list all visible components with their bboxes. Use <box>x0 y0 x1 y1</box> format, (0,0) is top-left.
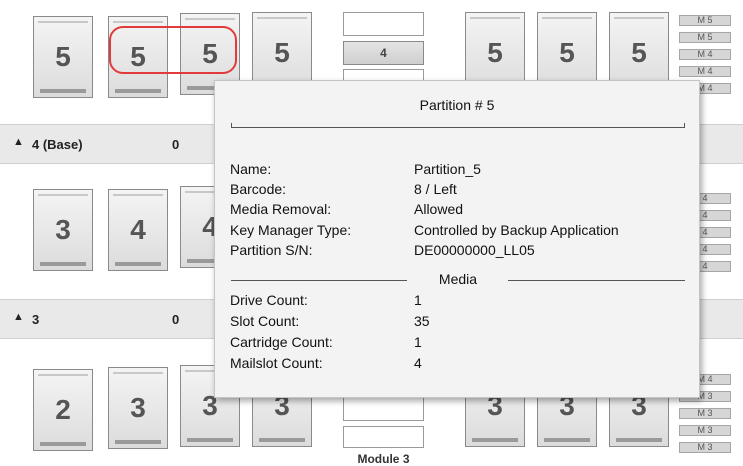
row-value: Controlled by Backup Application <box>414 222 619 238</box>
mailslot[interactable]: M 5 <box>679 15 731 26</box>
mailslot[interactable]: M 3 <box>679 425 731 436</box>
row-value: Allowed <box>414 201 464 217</box>
tooltip-row-key-manager: Key Manager Type: Controlled by Backup A… <box>230 222 690 240</box>
tooltip-row-partition-sn: Partition S/N: DE00000000_LL05 <box>230 242 690 260</box>
drive-slot[interactable] <box>343 12 424 36</box>
collapse-caret-icon[interactable]: ▲ <box>13 136 24 148</box>
row-value: 8 / Left <box>414 181 457 197</box>
mailslot[interactable]: M 4 <box>679 66 731 77</box>
module-count: 0 <box>172 137 180 152</box>
partition-tooltip: Partition # 5 Name: Partition_5 Barcode:… <box>214 80 700 398</box>
tooltip-row-barcode: Barcode: 8 / Left <box>230 181 690 199</box>
drive-slot[interactable] <box>343 426 424 448</box>
tooltip-row-mailslot-count: Mailslot Count: 4 <box>230 355 690 373</box>
magazine[interactable]: 5 <box>33 16 93 98</box>
row-label: Barcode: <box>230 181 287 197</box>
magazine[interactable]: 2 <box>33 369 93 451</box>
row-label: Name: <box>230 161 272 177</box>
row-value: 4 <box>414 355 422 371</box>
divider <box>231 127 685 128</box>
mailslot[interactable]: M 4 <box>679 49 731 60</box>
media-section-title: Media <box>438 271 478 287</box>
mailslot[interactable]: M 5 <box>679 32 731 43</box>
module-title: 4 (Base) <box>32 137 83 152</box>
row-label: Drive Count: <box>230 292 308 308</box>
row-label: Cartridge Count: <box>230 334 333 350</box>
highlight-ring <box>109 26 237 74</box>
media-section-divider: Media <box>231 271 685 289</box>
row-value: 1 <box>414 334 422 350</box>
mailslot[interactable]: M 3 <box>679 442 731 453</box>
collapse-caret-icon[interactable]: ▲ <box>13 311 24 323</box>
tooltip-row-media-removal: Media Removal: Allowed <box>230 201 690 219</box>
module-title: 3 <box>32 312 40 327</box>
drive-bay[interactable]: 4 <box>343 41 424 65</box>
row-value: DE00000000_LL05 <box>414 242 535 258</box>
module-count: 0 <box>172 312 180 327</box>
divider-tick <box>231 123 232 128</box>
magazine[interactable]: 4 <box>108 189 168 271</box>
row-value: Partition_5 <box>414 161 481 177</box>
magazine[interactable]: 3 <box>108 367 168 449</box>
row-label: Key Manager Type: <box>230 222 352 238</box>
row-label: Mailslot Count: <box>230 355 323 371</box>
drive-slot[interactable] <box>343 395 424 421</box>
row-label: Partition S/N: <box>230 242 313 258</box>
magazine[interactable]: 3 <box>33 189 93 271</box>
tooltip-row-cartridge-count: Cartridge Count: 1 <box>230 334 690 352</box>
divider <box>231 280 407 281</box>
tooltip-title: Partition # 5 <box>419 97 495 113</box>
tooltip-row-name: Name: Partition_5 <box>230 161 690 179</box>
tooltip-row-drive-count: Drive Count: 1 <box>230 292 690 310</box>
module-label: Module 3 <box>357 452 410 466</box>
row-value: 1 <box>414 292 422 308</box>
mailslot[interactable]: M 3 <box>679 408 731 419</box>
divider <box>508 280 685 281</box>
row-value: 35 <box>414 313 430 329</box>
divider-tick <box>684 123 685 128</box>
row-label: Slot Count: <box>230 313 300 329</box>
tooltip-row-slot-count: Slot Count: 35 <box>230 313 690 331</box>
row-label: Media Removal: <box>230 201 332 217</box>
